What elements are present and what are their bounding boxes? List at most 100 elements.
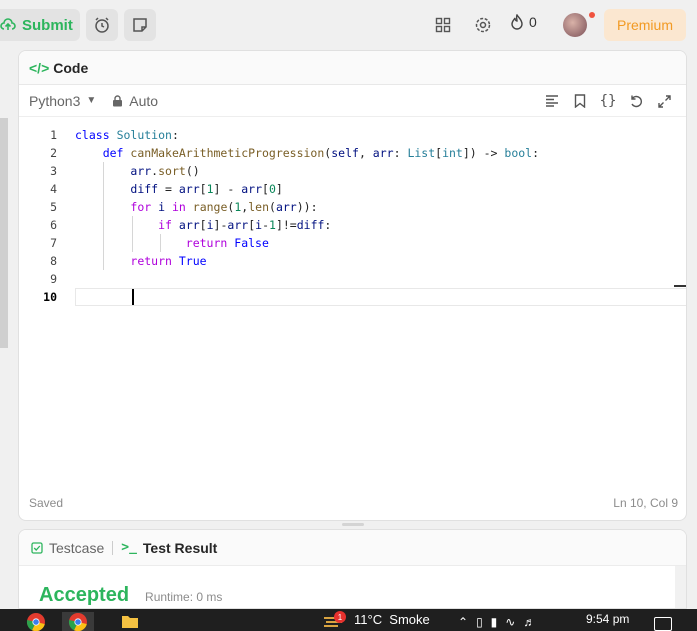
tab-testcase[interactable]: Testcase (31, 540, 104, 556)
overview-ruler-mark (674, 285, 686, 287)
checkbox-icon (31, 541, 43, 554)
battery-icon[interactable]: ▮ (491, 615, 498, 629)
tab-test-result-label: Test Result (142, 539, 218, 556)
submit-label: Submit (22, 16, 73, 34)
terminal-icon: >_ (121, 540, 137, 555)
reset-button[interactable] (622, 87, 650, 115)
line-number: 9 (50, 272, 57, 286)
notification-icon[interactable] (654, 617, 672, 631)
line-number: 6 (50, 218, 57, 232)
mode-label: Auto (129, 92, 159, 109)
code-line: return True (130, 254, 207, 268)
tab-testcase-label: Testcase (49, 539, 105, 556)
wifi-icon[interactable]: ∿ (505, 615, 515, 629)
file-explorer-app[interactable] (114, 612, 146, 631)
code-brackets-icon: </> (29, 59, 50, 76)
code-line: arr.sort() (130, 164, 200, 178)
panel-resize-handle[interactable] (342, 523, 364, 526)
line-number-active: 10 (43, 290, 57, 304)
gear-icon (475, 17, 491, 33)
result-scrollbar[interactable] (675, 566, 686, 608)
runtime-text: Runtime: 0 ms (145, 590, 223, 604)
layout-button[interactable] (432, 14, 454, 36)
chrome-app-active[interactable] (62, 612, 94, 631)
expand-icon (657, 94, 671, 108)
chrome-icon (68, 613, 87, 631)
undo-icon (631, 95, 642, 108)
chevron-down-icon: ▼ (86, 95, 97, 106)
code-lines: class Solution: def canMakeArithmeticPro… (75, 126, 539, 306)
settings-button[interactable] (472, 14, 494, 36)
line-number: 7 (50, 236, 57, 250)
notification-dot (589, 12, 595, 18)
line-number: 3 (50, 164, 57, 178)
code-line: for i in range(1,len(arr)): (130, 200, 318, 214)
tab-divider (112, 540, 114, 555)
result-status: Accepted (39, 584, 130, 606)
chrome-icon (26, 613, 45, 631)
cloud-upload-icon (0, 18, 16, 30)
line-number: 1 (50, 128, 57, 142)
flame-icon (511, 14, 523, 30)
streak-counter[interactable]: 0 (510, 14, 537, 30)
line-numbers: 1 2 3 4 5 6 7 8 9 10 (19, 126, 59, 306)
save-status: Saved (29, 496, 64, 510)
left-panel-edge (0, 348, 8, 598)
code-line: return False (185, 236, 269, 250)
layout-grid-icon (435, 17, 451, 33)
language-label: Python3 (29, 92, 81, 109)
alarm-button[interactable] (86, 9, 118, 41)
folder-icon (122, 616, 138, 628)
weather-badge: 1 (334, 611, 346, 623)
note-icon (133, 18, 147, 32)
chrome-app[interactable] (20, 612, 52, 631)
braces-button[interactable]: {} (594, 87, 622, 115)
bookmark-button[interactable] (566, 87, 594, 115)
lock-icon (113, 94, 123, 106)
auto-mode[interactable]: Auto (112, 93, 158, 109)
editor-toolbar: Python3 ▼ Auto {} (19, 85, 686, 117)
result-tabs: Testcase >_ Test Result (19, 530, 686, 566)
windows-taskbar: 1 11°C Smoke ⌃ ▯ ▮ ∿ ♬ 9:54 pm (0, 609, 697, 631)
code-line: diff = arr[1] - arr[0] (130, 182, 283, 196)
chevron-up-icon[interactable]: ⌃ (458, 615, 468, 629)
weather-text: 11°C Smoke (354, 612, 430, 627)
panel-title: Code (53, 59, 89, 76)
format-button[interactable] (538, 87, 566, 115)
streak-count: 0 (529, 14, 537, 30)
weather-widget[interactable]: 1 11°C Smoke (322, 611, 430, 631)
code-line: def canMakeArithmeticProgression(self, a… (102, 146, 540, 160)
avatar[interactable] (563, 13, 587, 37)
bookmark-icon (574, 94, 586, 108)
result-panel: Testcase >_ Test Result Accepted Runtime… (18, 529, 687, 609)
top-bar: Submit 0 Premium (0, 0, 697, 50)
align-left-icon (546, 95, 558, 107)
submit-button[interactable]: Submit (0, 9, 80, 41)
editor-tools: {} (538, 85, 678, 117)
tab-test-result[interactable]: >_ Test Result (121, 540, 217, 556)
language-select[interactable]: Python3 ▼ (29, 93, 96, 109)
code-line: class Solution: (75, 128, 179, 142)
line-number: 4 (50, 182, 57, 196)
code-panel-header: </> Code (19, 51, 686, 85)
volume-icon[interactable]: ♬ (523, 615, 535, 629)
line-number: 8 (50, 254, 57, 268)
expand-button[interactable] (650, 87, 678, 115)
result-summary: Accepted Runtime: 0 ms (39, 584, 222, 607)
weather-icon: 1 (322, 611, 346, 631)
left-scrollbar[interactable] (0, 118, 8, 348)
premium-button[interactable]: Premium (604, 9, 686, 41)
system-tray: ⌃ ▯ ▮ ∿ ♬ (458, 615, 543, 629)
editor-status-bar: Saved Ln 10, Col 9 (19, 486, 686, 520)
braces-icon: {} (599, 93, 617, 109)
device-icon[interactable]: ▯ (476, 615, 483, 629)
cursor-position: Ln 10, Col 9 (613, 496, 678, 510)
clock[interactable]: 9:54 pm (586, 612, 629, 626)
code-line: if arr[i]-arr[i-1]!=diff: (158, 218, 332, 232)
code-editor[interactable]: 1 2 3 4 5 6 7 8 9 10 class Solution: def… (19, 118, 686, 488)
line-number: 2 (50, 146, 57, 160)
note-button[interactable] (124, 9, 156, 41)
alarm-clock-icon (95, 17, 109, 33)
